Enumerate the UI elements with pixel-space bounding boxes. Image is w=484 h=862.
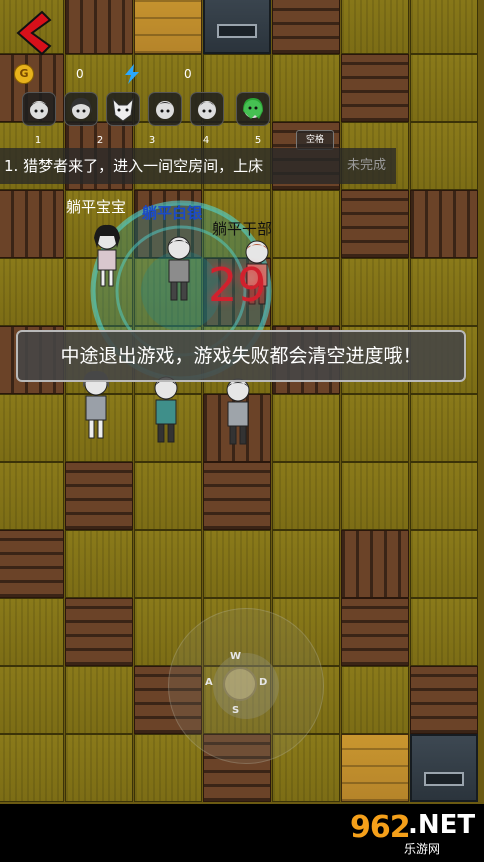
floor-tile [0,462,64,530]
floor-tile [134,530,202,598]
coin-counter: G 0 [14,64,84,84]
floor-tile [65,462,133,530]
floor-tile [410,598,478,666]
lightning-icon [125,64,139,84]
ghost-face-icon [243,98,263,119]
countdown-timer: 29 [208,258,267,312]
joystick-key-left: A [205,677,213,688]
game-map[interactable]: G 0 0 1 2 3 4 5 空格 1. 猎梦者来了，进入一间空房间，上床 未… [0,0,484,804]
avatar-slot-6[interactable] [236,92,270,126]
floor-tile [272,530,340,598]
floor-tile [341,530,409,598]
floor-tile [203,530,271,598]
floor-tile [65,734,133,802]
floor-tile [0,530,64,598]
floor-tile [410,0,478,54]
floor-tile [341,598,409,666]
floor-tile [0,598,64,666]
floor-tile [341,462,409,530]
floor-tile [65,530,133,598]
floor-tile [0,190,64,258]
coin-value: 0 [76,67,84,81]
floor-tile [0,734,64,802]
energy-value: 0 [184,67,192,81]
watermark-number: 962 [350,810,411,845]
joystick-key-down: S [232,705,240,716]
floor-tile [410,462,478,530]
virtual-joystick[interactable]: W A D S [168,608,324,764]
watermark-site-name: 乐游网 [404,842,441,856]
watermark-logo: 962 .NET 乐游网 [346,810,478,856]
space-key-button[interactable]: 空格 [296,130,334,150]
avatar-slot-2[interactable] [64,92,98,126]
avatar-number-1: 1 [34,135,42,146]
floor-tile [272,462,340,530]
floor-tile [0,258,64,326]
floor-tile [410,258,478,326]
toast-message: 中途退出游戏，游戏失败都会清空进度哦！ [16,330,466,382]
joystick-knob[interactable] [223,667,257,701]
floor-tile [272,258,340,326]
floor-tile [272,0,340,54]
floor-tile [134,0,202,54]
watermark-domain: .NET [408,810,476,840]
floor-tile [410,394,478,462]
door-tile [410,734,478,802]
avatar-number-5: 5 [254,135,262,146]
floor-tile [341,190,409,258]
avatar-number-4: 4 [202,135,210,146]
avatar-slot-5[interactable] [190,92,224,126]
floor-tile [341,666,409,734]
avatar-slot-4[interactable] [148,92,182,126]
player-name-2: 躺平白银 [142,204,203,222]
floor-tile [410,122,478,190]
back-arrow-icon[interactable] [12,10,52,56]
floor-tile [341,54,409,122]
boy-face-icon [198,101,216,119]
floor-tile [65,666,133,734]
avatar-number-2: 2 [96,135,104,146]
floor-tile [410,190,478,258]
avatar-number-3: 3 [148,135,156,146]
floor-tile [65,598,133,666]
bottom-bar: 962 .NET 乐游网 [0,804,484,862]
floor-tile [0,666,64,734]
coin-icon: G [14,64,34,84]
floor-tile [341,0,409,54]
floor-tile [65,0,133,54]
floor-tile [203,462,271,530]
floor-tile [410,530,478,598]
joystick-key-right: D [259,677,268,688]
floor-tile [341,258,409,326]
avatar-slot-3[interactable] [106,92,140,126]
floor-tile [410,666,478,734]
player-name-3: 躺平干部 [212,220,273,238]
avatar-slot-1[interactable] [22,92,56,126]
energy-counter: 0 [124,64,192,84]
girl-face-icon [70,97,92,119]
door-tile [203,0,271,54]
task-text: 1. 猎梦者来了，进入一间空房间，上床 [4,157,264,175]
floor-tile [272,394,340,462]
floor-tile [134,462,202,530]
floor-tile [0,394,64,462]
girl-face-icon [29,101,49,119]
boy-face-icon [156,101,174,119]
floor-tile [272,54,340,122]
task-status: 未完成 [346,158,386,173]
fox-mask-icon [112,97,134,122]
npc-character-boy-gray [226,378,250,445]
floor-tile [341,734,409,802]
floor-tile [134,734,202,802]
task-bar: 1. 猎梦者来了，进入一间空房间，上床 未完成 [0,148,396,184]
player-name-1: 躺平宝宝 [66,198,127,216]
player-character-boy-silver [167,236,191,301]
floor-tile [341,394,409,462]
player-character-girl [94,224,120,287]
floor-tile [410,54,478,122]
joystick-key-up: W [230,651,242,662]
floor-tile [272,190,340,258]
